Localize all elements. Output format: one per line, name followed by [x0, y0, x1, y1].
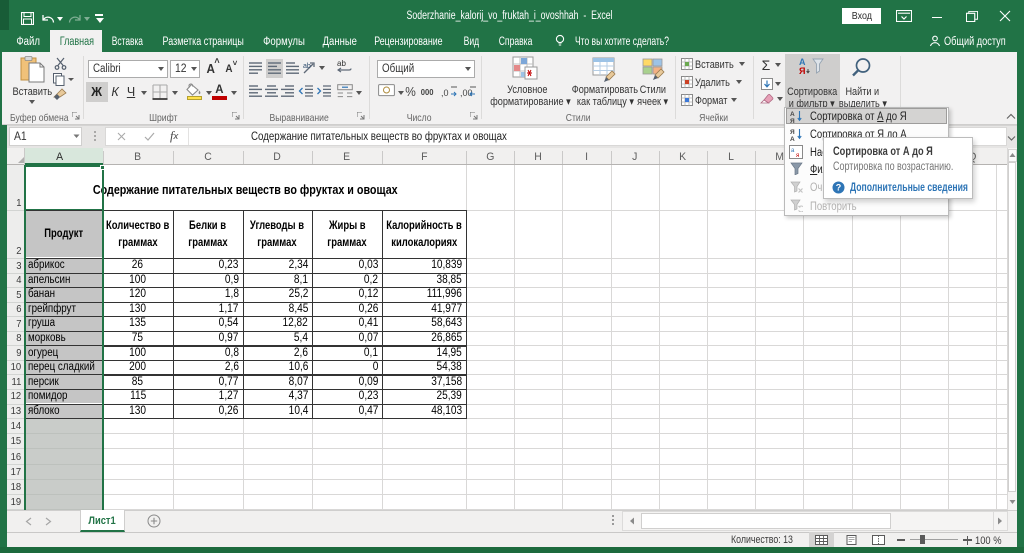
svg-text:Я: Я — [799, 66, 805, 75]
svg-text:?: ? — [836, 183, 842, 193]
svg-text:ab: ab — [337, 59, 346, 68]
svg-text:Я: Я — [790, 129, 795, 136]
svg-text:ab: ab — [303, 63, 311, 70]
svg-text:Я: Я — [790, 118, 795, 123]
svg-text:я: я — [796, 153, 799, 159]
svg-text:А: А — [790, 111, 795, 118]
svg-text:А: А — [790, 136, 795, 141]
